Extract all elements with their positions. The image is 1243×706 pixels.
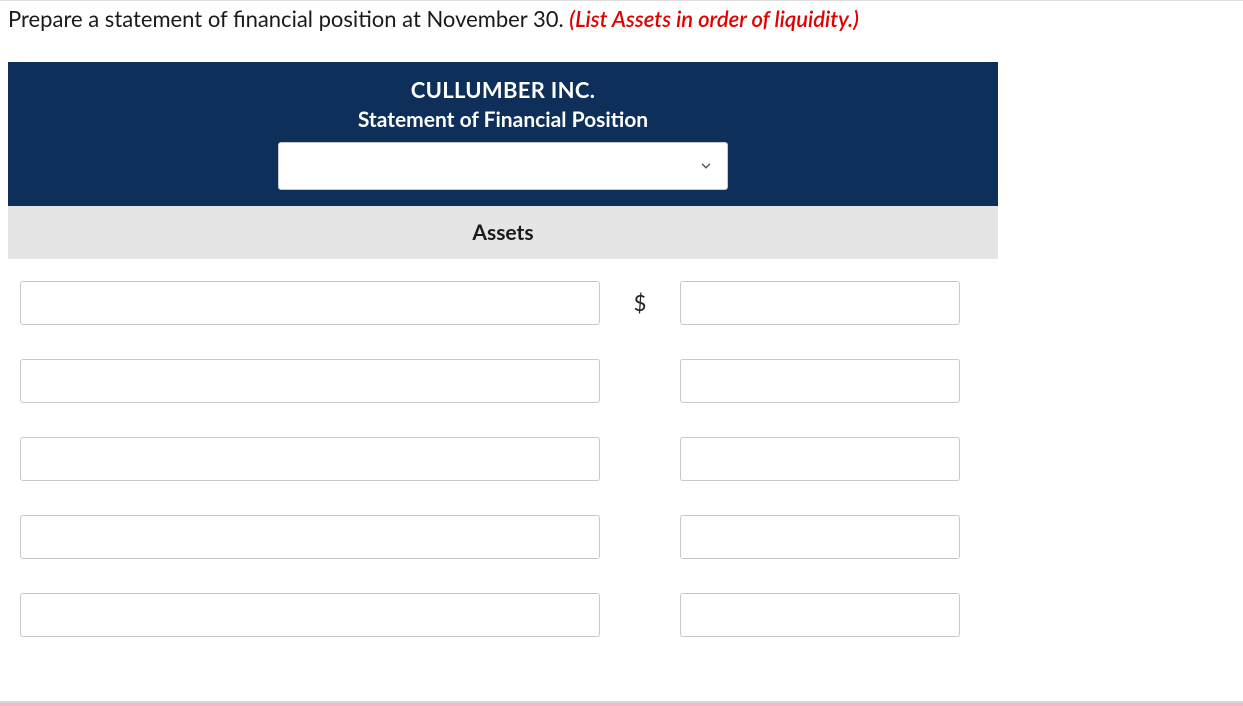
asset-label-input[interactable] bbox=[20, 281, 600, 325]
asset-row bbox=[20, 437, 986, 481]
asset-amount-input[interactable] bbox=[680, 437, 960, 481]
page-bottom-accent bbox=[0, 701, 1243, 706]
chevron-down-icon bbox=[699, 155, 713, 177]
instruction-text: Prepare a statement of financial positio… bbox=[8, 5, 1235, 34]
asset-label-input[interactable] bbox=[20, 437, 600, 481]
asset-amount-input[interactable] bbox=[680, 281, 960, 325]
asset-rows: $ bbox=[8, 259, 998, 637]
asset-row bbox=[20, 593, 986, 637]
financial-statement: CULLUMBER INC. Statement of Financial Po… bbox=[8, 62, 998, 637]
asset-row bbox=[20, 359, 986, 403]
asset-label-input[interactable] bbox=[20, 359, 600, 403]
statement-title: Statement of Financial Position bbox=[18, 107, 988, 132]
date-select-wrap bbox=[18, 142, 988, 190]
instruction-main: Prepare a statement of financial positio… bbox=[8, 5, 569, 32]
asset-amount-input[interactable] bbox=[680, 515, 960, 559]
asset-label-input[interactable] bbox=[20, 515, 600, 559]
company-name: CULLUMBER INC. bbox=[18, 76, 988, 103]
date-select[interactable] bbox=[278, 142, 728, 190]
asset-row bbox=[20, 515, 986, 559]
asset-row: $ bbox=[20, 281, 986, 325]
instruction-hint: (List Assets in order of liquidity.) bbox=[569, 5, 859, 32]
page: Prepare a statement of financial positio… bbox=[0, 0, 1243, 706]
assets-section-header: Assets bbox=[8, 206, 998, 259]
asset-label-input[interactable] bbox=[20, 593, 600, 637]
asset-amount-input[interactable] bbox=[680, 359, 960, 403]
currency-symbol: $ bbox=[600, 289, 680, 316]
statement-header: CULLUMBER INC. Statement of Financial Po… bbox=[8, 62, 998, 206]
asset-amount-input[interactable] bbox=[680, 593, 960, 637]
